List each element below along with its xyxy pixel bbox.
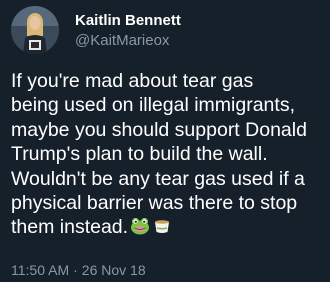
display-name[interactable]: Kaitlin Bennett [75, 12, 181, 30]
tweet-timestamp[interactable]: 11:50 AM · 26 Nov 18 [11, 262, 146, 279]
tweet-body-last-line: them instead. [11, 215, 327, 239]
avatar[interactable] [11, 6, 59, 54]
tweet-body-line: them instead. [11, 216, 129, 239]
tweet-body-line: Trump's plan to build the wall. [11, 143, 268, 166]
tweet-body-line: If you're mad about tear gas [11, 70, 254, 92]
frog-face-icon [130, 216, 150, 236]
tweet-date: 26 Nov 18 [81, 262, 146, 278]
tweet-time: 11:50 AM [11, 262, 70, 278]
avatar-image [11, 6, 59, 54]
tweet-body-line: physical barrier was there to stop [11, 192, 298, 215]
tweet-card: Kaitlin Bennett @KaitMarieox If you're m… [0, 0, 330, 282]
tweet-body-line: Wouldn't be any tear gas used if a [11, 167, 305, 190]
tea-cup-icon [152, 216, 172, 236]
tweet-body-line: maybe you should support Donald [11, 118, 307, 141]
user-handle[interactable]: @KaitMarieox [75, 32, 169, 50]
tweet-body-line: being used on illegal immigrants, [11, 94, 295, 117]
tweet-body: If you're mad about tear gas being used … [11, 69, 327, 240]
timestamp-separator: · [73, 262, 78, 278]
